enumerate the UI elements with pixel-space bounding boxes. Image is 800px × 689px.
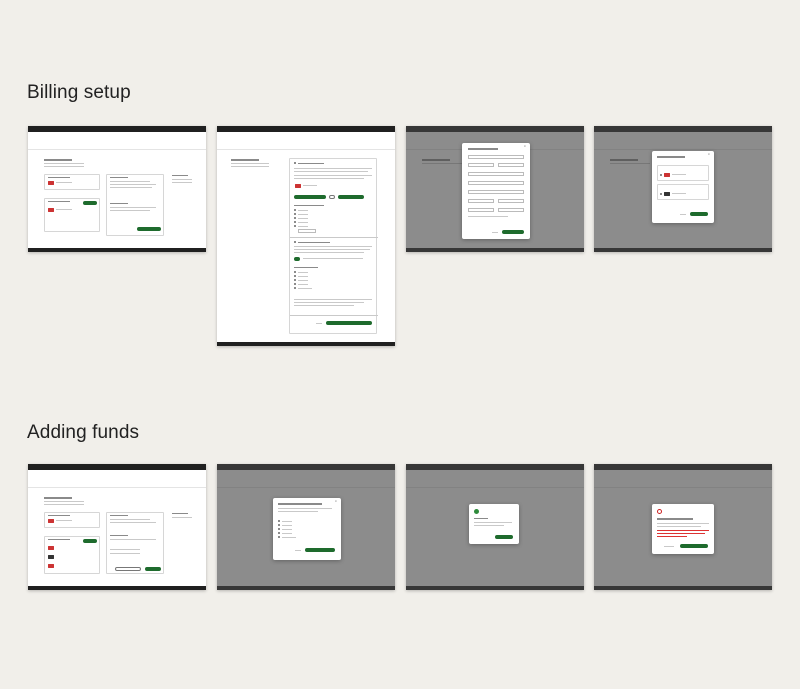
auto-refill-toggle[interactable] bbox=[294, 257, 300, 261]
edit-balance-button[interactable] bbox=[115, 567, 141, 571]
add-card-button[interactable] bbox=[83, 201, 97, 205]
error-message bbox=[657, 530, 709, 532]
saved-payment-methods-card bbox=[44, 536, 100, 574]
close-icon[interactable]: × bbox=[524, 144, 526, 148]
add-funds-modal-screenshot: × bbox=[217, 464, 395, 590]
add-funds-radio[interactable] bbox=[294, 162, 296, 164]
adding-funds-heading: Adding funds bbox=[27, 422, 140, 443]
success-ok-button[interactable] bbox=[495, 535, 513, 539]
app-footer bbox=[217, 342, 395, 346]
close-icon[interactable]: × bbox=[335, 499, 337, 503]
success-modal bbox=[469, 504, 519, 544]
add-funds-confirm-button[interactable] bbox=[305, 548, 335, 552]
error-circle-icon bbox=[657, 509, 662, 514]
add-new-card-button[interactable] bbox=[338, 195, 364, 199]
use-payment-method-button[interactable] bbox=[294, 195, 326, 199]
add-card-modal: × bbox=[462, 143, 530, 239]
try-again-button[interactable] bbox=[680, 544, 708, 548]
card-number-field[interactable] bbox=[468, 155, 524, 159]
billing-balance-screenshot bbox=[28, 464, 206, 590]
page-header bbox=[28, 470, 206, 488]
address-line-2-field[interactable] bbox=[468, 190, 524, 194]
saved-payment-methods-card bbox=[44, 198, 100, 232]
add-funds-button[interactable] bbox=[145, 567, 161, 571]
choose-card-modal: × bbox=[652, 151, 714, 223]
choose-payment-card-screenshot: × bbox=[594, 126, 772, 252]
page-header bbox=[217, 132, 395, 150]
app-footer bbox=[28, 586, 206, 590]
save-card-button[interactable] bbox=[502, 230, 524, 234]
page-content bbox=[28, 488, 206, 586]
page-header bbox=[28, 132, 206, 150]
check-circle-icon bbox=[474, 509, 479, 514]
auto-refill-radio[interactable] bbox=[294, 241, 296, 243]
app-footer bbox=[28, 248, 206, 252]
country-field[interactable] bbox=[468, 208, 494, 212]
manage-payment-button[interactable] bbox=[137, 227, 161, 231]
zip-field[interactable] bbox=[498, 208, 524, 212]
active-payment-method-card bbox=[44, 512, 100, 528]
custom-amount-input[interactable] bbox=[298, 229, 316, 233]
payment-failed-screenshot bbox=[594, 464, 772, 590]
page-content bbox=[28, 150, 206, 248]
billing-setup-heading: Billing setup bbox=[27, 82, 131, 103]
add-card-button[interactable] bbox=[83, 539, 97, 543]
billing-settings-screenshot bbox=[28, 126, 206, 252]
name-on-card-field[interactable] bbox=[468, 172, 524, 176]
billing-details-card bbox=[106, 512, 164, 574]
billing-details-card bbox=[106, 174, 164, 236]
saved-card-option[interactable] bbox=[657, 165, 709, 181]
choose-another-button[interactable] bbox=[329, 195, 335, 199]
other-card-option[interactable] bbox=[657, 184, 709, 200]
add-payment-card-screenshot: × bbox=[406, 126, 584, 252]
active-payment-method-card bbox=[44, 174, 100, 190]
expiration-field[interactable] bbox=[468, 163, 494, 167]
state-field[interactable] bbox=[498, 199, 524, 203]
select-card-button[interactable] bbox=[690, 212, 708, 216]
payment-success-screenshot bbox=[406, 464, 584, 590]
cvc-field[interactable] bbox=[498, 163, 524, 167]
payment-failed-modal bbox=[652, 504, 714, 554]
prepaid-balance-form bbox=[289, 158, 378, 334]
add-funds-modal: × bbox=[273, 498, 341, 560]
balance-settings-screenshot bbox=[217, 126, 395, 346]
page-content bbox=[217, 150, 395, 342]
credit-card-icon bbox=[48, 181, 54, 185]
save-balance-settings-button[interactable] bbox=[326, 321, 372, 325]
address-line-1-field[interactable] bbox=[468, 181, 524, 185]
close-icon[interactable]: × bbox=[708, 152, 710, 156]
city-field[interactable] bbox=[468, 199, 494, 203]
